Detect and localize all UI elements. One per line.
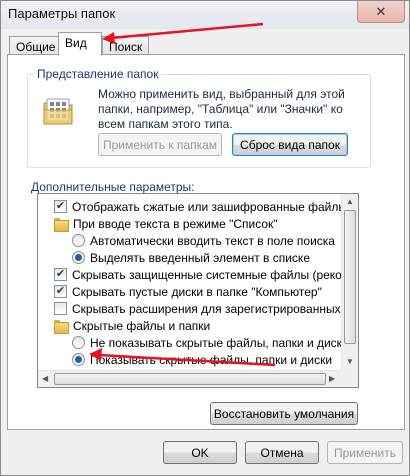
vertical-scroll-thumb[interactable] (344, 210, 356, 344)
scroll-left-icon[interactable]: ◀ (42, 374, 48, 383)
option-hide-empty-drives[interactable]: ✔ Скрывать пустые диски в папке "Компьют… (54, 283, 322, 300)
scroll-up-icon[interactable]: ▲ (346, 197, 354, 206)
checkbox[interactable]: ✔ (54, 285, 67, 298)
option-label: Скрывать пустые диски в папке "Компьютер… (72, 284, 322, 299)
option-label: Выделять введенный элемент в списке (90, 250, 310, 265)
option-label: Скрывать расширения для зарегистрированн… (72, 301, 358, 316)
option-show-encrypted-ntfs[interactable]: ✔ Отображать сжатые или зашифрованные фа… (54, 198, 359, 215)
option-hide-extensions[interactable]: Скрывать расширения для зарегистрированн… (54, 300, 358, 317)
folder-views-group: Представление папок Можно применить вид,… (27, 67, 371, 168)
tab-search-label: Поиск (109, 40, 143, 54)
radio-button[interactable] (72, 353, 85, 366)
radio-button[interactable] (72, 234, 85, 247)
folder-views-description: Можно применить вид, выбранный для этой … (98, 87, 345, 131)
close-icon: ✕ (375, 3, 387, 19)
folder-options-window: Параметры папок ✕ Общие Вид Поиск Предст… (0, 0, 410, 476)
folder-icon (54, 217, 69, 232)
apply-button[interactable]: Применить (327, 441, 403, 464)
apply-to-folders-label: Применить к папкам (102, 137, 218, 152)
reset-folders-label: Сброс вида папок (240, 137, 340, 152)
scrollbar-corner (341, 370, 358, 387)
close-button[interactable]: ✕ (357, 1, 405, 23)
restore-defaults-label: Восстановить умолчания (213, 406, 355, 421)
tab-general-label: Общие (16, 40, 56, 54)
tab-general[interactable]: Общие (9, 36, 63, 56)
option-select-typed-item[interactable]: Выделять введенный элемент в списке (72, 249, 310, 266)
option-dont-show-hidden[interactable]: Не показывать скрытые файлы, папки и дис… (72, 334, 349, 351)
checkbox[interactable] (54, 302, 67, 315)
group-hidden-files: Скрытые файлы и папки (54, 317, 210, 334)
radio-button[interactable] (72, 336, 85, 349)
scroll-down-icon[interactable]: ▼ (346, 357, 354, 366)
tab-view[interactable]: Вид (58, 32, 102, 56)
scroll-right-icon[interactable]: ▶ (329, 374, 335, 383)
option-label: Скрывать защищенные системные файлы (рек… (72, 267, 358, 282)
option-label: Отображать сжатые или зашифрованные файл… (72, 199, 359, 214)
tab-view-label: Вид (65, 36, 87, 50)
option-label: Не показывать скрытые файлы, папки и дис… (90, 335, 349, 350)
title-bar[interactable]: Параметры папок ✕ (1, 1, 409, 29)
cancel-label: Отмена (260, 445, 304, 460)
cancel-button[interactable]: Отмена (245, 441, 319, 464)
apply-to-folders-button[interactable]: Применить к папкам (98, 133, 222, 156)
option-label: Показывать скрытые файлы, папки и диски (90, 352, 333, 367)
option-autotype-search[interactable]: Автоматически вводить текст в поле поиск… (72, 232, 335, 249)
window-title: Параметры папок (8, 6, 116, 21)
advanced-settings-label: Дополнительные параметры: (31, 180, 195, 194)
restore-defaults-button[interactable]: Восстановить умолчания (210, 402, 358, 425)
apply-label: Применить (333, 445, 396, 460)
checkbox[interactable]: ✔ (54, 200, 67, 213)
reset-folders-button[interactable]: Сброс вида папок (232, 133, 348, 156)
folder-view-icon (43, 98, 73, 125)
checkbox[interactable]: ✔ (54, 268, 67, 281)
horizontal-scrollbar[interactable]: ◀ ▶ (38, 370, 341, 387)
folder-views-group-label: Представление папок (34, 67, 162, 81)
ok-label: OK (191, 445, 209, 460)
group-label: Скрытые файлы и папки (73, 318, 211, 333)
vertical-scrollbar[interactable]: ▲ ▼ (341, 194, 358, 370)
ok-button[interactable]: OK (163, 441, 237, 464)
tab-search[interactable]: Поиск (102, 36, 150, 56)
option-show-hidden[interactable]: Показывать скрытые файлы, папки и диски (72, 351, 332, 368)
radio-button[interactable] (72, 251, 85, 264)
option-hide-protected-os-files[interactable]: ✔ Скрывать защищенные системные файлы (р… (54, 266, 358, 283)
option-label: Автоматически вводить текст в поле поиск… (90, 233, 335, 248)
group-label: При вводе текста в режиме "Список" (73, 216, 278, 231)
advanced-settings-list[interactable]: ✔ Отображать сжатые или зашифрованные фа… (37, 193, 359, 388)
horizontal-scroll-thumb[interactable] (54, 373, 326, 385)
folder-icon (54, 319, 69, 334)
group-list-typing: При вводе текста в режиме "Список" (54, 215, 278, 232)
